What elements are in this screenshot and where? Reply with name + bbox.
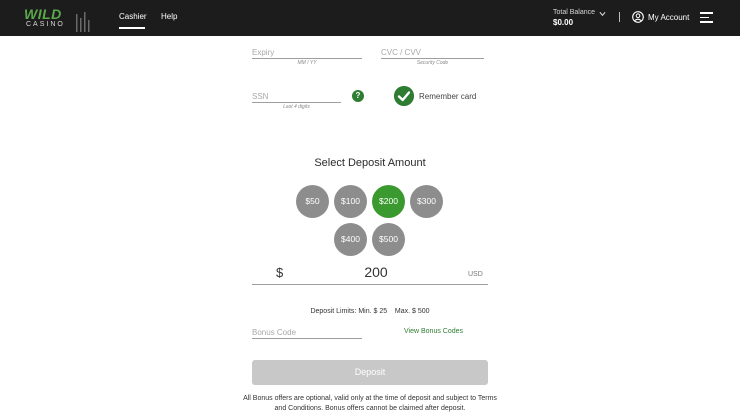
amount-option-500[interactable]: $500	[372, 223, 405, 256]
wild-casino-logo[interactable]: WILD CASINO	[24, 6, 94, 32]
chevron-down-icon[interactable]	[599, 11, 606, 17]
expiry-field[interactable]: Expiry	[252, 44, 362, 59]
deposit-amount-title: Select Deposit Amount	[314, 157, 426, 169]
logo-bars-icon	[76, 12, 90, 32]
nav-tab-help[interactable]: Help	[161, 12, 177, 21]
check-circle-icon[interactable]	[394, 86, 414, 106]
cvc-placeholder: CVC / CVV	[381, 48, 422, 57]
ssn-placeholder: SSN	[252, 92, 269, 101]
ssn-field[interactable]: SSN	[252, 89, 341, 103]
amount-option-400[interactable]: $400	[334, 223, 367, 256]
bonus-terms-text: All Bonus offers are optional, valid onl…	[243, 395, 497, 412]
currency-symbol: $	[276, 265, 284, 280]
help-circle-icon[interactable]: ?	[352, 90, 364, 102]
logo-wordmark: WILD	[24, 6, 62, 22]
my-account-link[interactable]: My Account	[648, 13, 689, 22]
nav-tab-cashier[interactable]: Cashier	[119, 12, 147, 21]
total-balance-label[interactable]: Total Balance	[553, 9, 595, 16]
total-balance-value: $0.00	[553, 18, 574, 27]
logo-subtitle: CASINO	[26, 21, 65, 28]
deposit-button[interactable]: Deposit	[252, 360, 488, 385]
view-bonus-codes-link[interactable]: View Bonus Codes	[404, 328, 463, 335]
amount-option-50[interactable]: $50	[296, 185, 329, 218]
deposit-amount-input[interactable]: 200	[300, 264, 452, 280]
remember-card-label[interactable]: Remember card	[419, 92, 476, 101]
account-circle-icon[interactable]	[632, 11, 644, 23]
expiry-placeholder: Expiry	[252, 48, 275, 57]
active-tab-indicator	[119, 27, 145, 29]
amount-option-100[interactable]: $100	[334, 185, 367, 218]
deposit-limits-text: Deposit Limits: Min. $ 25 Max. $ 500	[310, 308, 430, 315]
currency-code: USD	[468, 271, 483, 278]
cvc-field[interactable]: CVC / CVV	[381, 44, 484, 59]
expiry-helper-text: MM / YY	[297, 60, 317, 66]
amount-input-underline	[252, 284, 488, 285]
header-divider	[619, 12, 620, 22]
amount-option-300[interactable]: $300	[410, 185, 443, 218]
ssn-helper-text: Last 4 digits	[283, 104, 310, 110]
amount-option-200-selected[interactable]: $200	[372, 185, 405, 218]
hamburger-menu-icon[interactable]	[700, 12, 713, 23]
top-navigation-bar: WILD CASINO Cashier Help Total Balance $…	[0, 0, 740, 36]
bonus-code-field[interactable]: Bonus Code	[252, 324, 362, 339]
bonus-code-placeholder: Bonus Code	[252, 328, 297, 337]
cvc-helper-text: Security Code	[416, 60, 449, 66]
